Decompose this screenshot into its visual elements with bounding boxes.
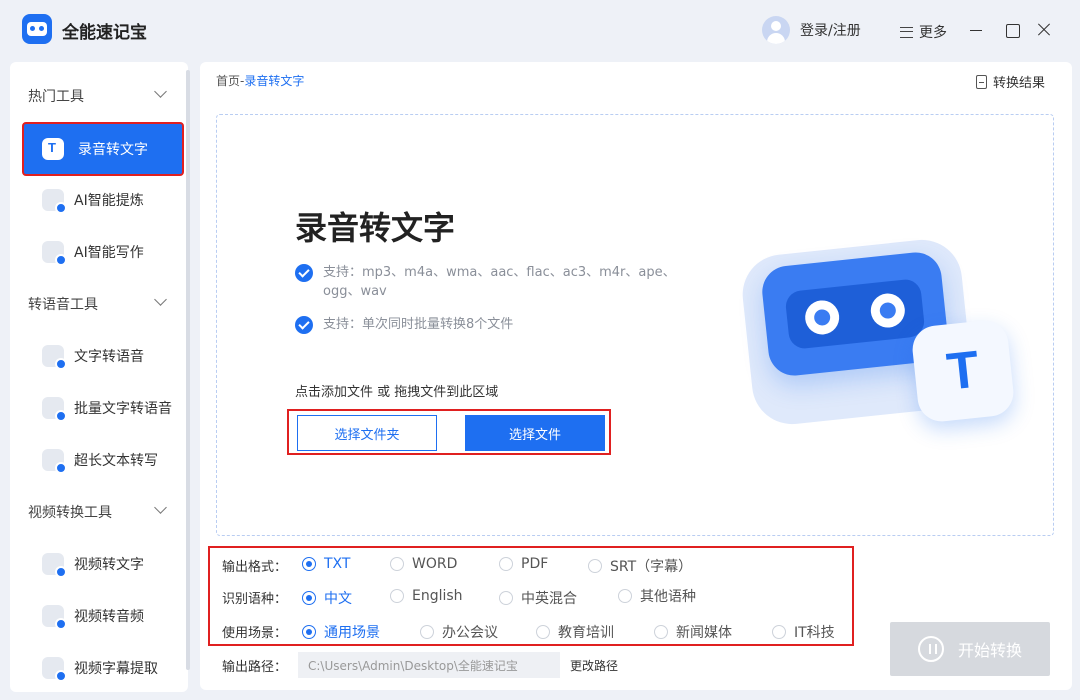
- output-format-label: 输出格式：: [222, 559, 288, 575]
- login-label: 登录/注册: [800, 23, 861, 39]
- language-row: 识别语种：: [222, 586, 300, 608]
- document-icon: [976, 74, 987, 89]
- text-to-speech-icon: [42, 345, 67, 370]
- sidebar-item-subtitle-extract[interactable]: 视频字幕提取: [22, 643, 180, 692]
- scene-education-radio[interactable]: 教育培训: [536, 622, 614, 642]
- sidebar-item-audio-to-text[interactable]: 录音转文字: [22, 122, 184, 176]
- conversion-options: 输出格式： TXT WORD PDF SRT（字幕） 识别语种： 中文 Engl…: [208, 546, 854, 646]
- scene-meeting-radio[interactable]: 办公会议: [420, 622, 498, 642]
- language-other-radio[interactable]: 其他语种: [618, 586, 696, 606]
- feature-item: 支持：单次同时批量转换8个文件: [295, 315, 703, 334]
- file-buttons-group: 选择文件夹 选择文件: [287, 409, 611, 455]
- sidebar-item-ai-extract[interactable]: AI智能提炼: [22, 175, 180, 225]
- sidebar-item-label: 批量文字转语音: [74, 401, 172, 417]
- sidebar-item-label: 超长文本转写: [74, 453, 158, 469]
- sidebar-item-text-to-speech[interactable]: 文字转语音: [22, 331, 180, 381]
- format-pdf-radio[interactable]: PDF: [499, 556, 548, 572]
- format-srt-radio[interactable]: SRT（字幕）: [588, 556, 692, 576]
- breadcrumb: 首页-录音转文字: [216, 72, 304, 89]
- scene-news-radio[interactable]: 新闻媒体: [654, 622, 732, 642]
- sidebar-item-label: 视频字幕提取: [74, 661, 158, 677]
- batch-tts-icon: [42, 397, 67, 422]
- group-label: 热门工具: [28, 89, 84, 105]
- drop-hint: 点击添加文件 或 拖拽文件到此区域: [295, 385, 499, 400]
- more-menu-button[interactable]: 更多: [900, 22, 947, 42]
- select-file-button[interactable]: 选择文件: [465, 415, 605, 451]
- language-mixed-radio[interactable]: 中英混合: [499, 588, 577, 608]
- ai-writing-icon: [42, 241, 67, 266]
- menu-icon: [900, 26, 913, 38]
- start-label: 开始转换: [957, 641, 1022, 660]
- output-path-label: 输出路径：: [222, 659, 288, 675]
- sidebar-group-video-tools[interactable]: 视频转换工具: [10, 486, 188, 538]
- chevron-down-icon: [154, 293, 167, 306]
- login-button[interactable]: 登录/注册: [762, 16, 861, 44]
- group-label: 视频转换工具: [28, 505, 112, 521]
- avatar-icon: [762, 16, 790, 44]
- conversion-result-button[interactable]: 转换结果: [976, 72, 1045, 91]
- sidebar: 热门工具 录音转文字 AI智能提炼 AI智能写作 转语音工具 文字转语音 批量文…: [10, 62, 188, 692]
- feature-text: 支持：mp3、m4a、wma、aac、flac、ac3、m4r、ape、ogg、…: [323, 265, 676, 299]
- feature-text: 支持：单次同时批量转换8个文件: [323, 317, 514, 332]
- output-path-row: 输出路径： 更改路径: [222, 652, 618, 678]
- result-label: 转换结果: [993, 76, 1046, 91]
- title-bar: 全能速记宝 登录/注册 更多: [0, 0, 1080, 60]
- sidebar-item-video-to-text[interactable]: 视频转文字: [22, 539, 180, 589]
- sidebar-group-tts-tools[interactable]: 转语音工具: [10, 278, 188, 330]
- breadcrumb-home[interactable]: 首页: [216, 74, 240, 88]
- minimize-icon[interactable]: [968, 22, 984, 38]
- scene-label: 使用场景：: [222, 625, 288, 641]
- language-english-radio[interactable]: English: [390, 588, 463, 604]
- page-title: 录音转文字: [295, 209, 456, 247]
- sidebar-group-hot-tools[interactable]: 热门工具: [10, 70, 188, 122]
- sidebar-item-label: 视频转文字: [74, 557, 144, 573]
- start-icon: [917, 636, 944, 662]
- sidebar-item-video-to-audio[interactable]: 视频转音频: [22, 591, 180, 641]
- sidebar-item-ai-writing[interactable]: AI智能写作: [22, 227, 180, 277]
- feature-item: 支持：mp3、m4a、wma、aac、flac、ac3、m4r、ape、ogg、…: [295, 263, 703, 301]
- sidebar-item-long-text[interactable]: 超长文本转写: [22, 435, 180, 485]
- format-word-radio[interactable]: WORD: [390, 556, 457, 572]
- file-drop-zone[interactable]: 录音转文字 支持：mp3、m4a、wma、aac、flac、ac3、m4r、ap…: [216, 114, 1054, 536]
- sidebar-item-batch-tts[interactable]: 批量文字转语音: [22, 383, 180, 433]
- app-logo-icon: [22, 14, 52, 44]
- text-t-icon: [42, 138, 64, 160]
- scene-general-radio[interactable]: 通用场景: [302, 622, 380, 642]
- close-icon[interactable]: [1036, 22, 1052, 38]
- video-to-text-icon: [42, 553, 67, 578]
- breadcrumb-current: 录音转文字: [244, 74, 305, 88]
- chevron-down-icon: [154, 501, 167, 514]
- format-txt-radio[interactable]: TXT: [302, 556, 350, 572]
- ai-extract-icon: [42, 189, 67, 214]
- start-conversion-button[interactable]: 开始转换: [890, 622, 1050, 676]
- main-panel: 首页-录音转文字 转换结果 录音转文字 支持：mp3、m4a、wma、aac、f…: [200, 62, 1072, 690]
- sidebar-item-label: 录音转文字: [78, 142, 148, 158]
- group-label: 转语音工具: [28, 297, 98, 313]
- text-badge-icon: T: [910, 318, 1016, 424]
- check-circle-icon: [295, 264, 313, 282]
- chevron-down-icon: [154, 85, 167, 98]
- sidebar-item-label: AI智能写作: [74, 245, 144, 261]
- sidebar-item-label: 视频转音频: [74, 609, 144, 625]
- select-folder-button[interactable]: 选择文件夹: [297, 415, 437, 451]
- sidebar-scrollbar[interactable]: [186, 70, 190, 670]
- output-path-field[interactable]: [298, 652, 560, 678]
- video-to-audio-icon: [42, 605, 67, 630]
- output-format-row: 输出格式：: [222, 554, 300, 576]
- sidebar-item-label: AI智能提炼: [74, 193, 144, 209]
- recorder-illustration: T: [737, 227, 1016, 429]
- scene-row: 使用场景：: [222, 620, 300, 642]
- maximize-icon[interactable]: [1004, 22, 1020, 38]
- language-label: 识别语种：: [222, 591, 288, 607]
- subtitle-extract-icon: [42, 657, 67, 682]
- more-label: 更多: [919, 25, 947, 41]
- language-chinese-radio[interactable]: 中文: [302, 588, 352, 608]
- long-text-icon: [42, 449, 67, 474]
- change-path-link[interactable]: 更改路径: [570, 657, 618, 674]
- app-title: 全能速记宝: [62, 23, 147, 43]
- check-circle-icon: [295, 316, 313, 334]
- scene-it-radio[interactable]: IT科技: [772, 622, 835, 642]
- sidebar-item-label: 文字转语音: [74, 349, 144, 365]
